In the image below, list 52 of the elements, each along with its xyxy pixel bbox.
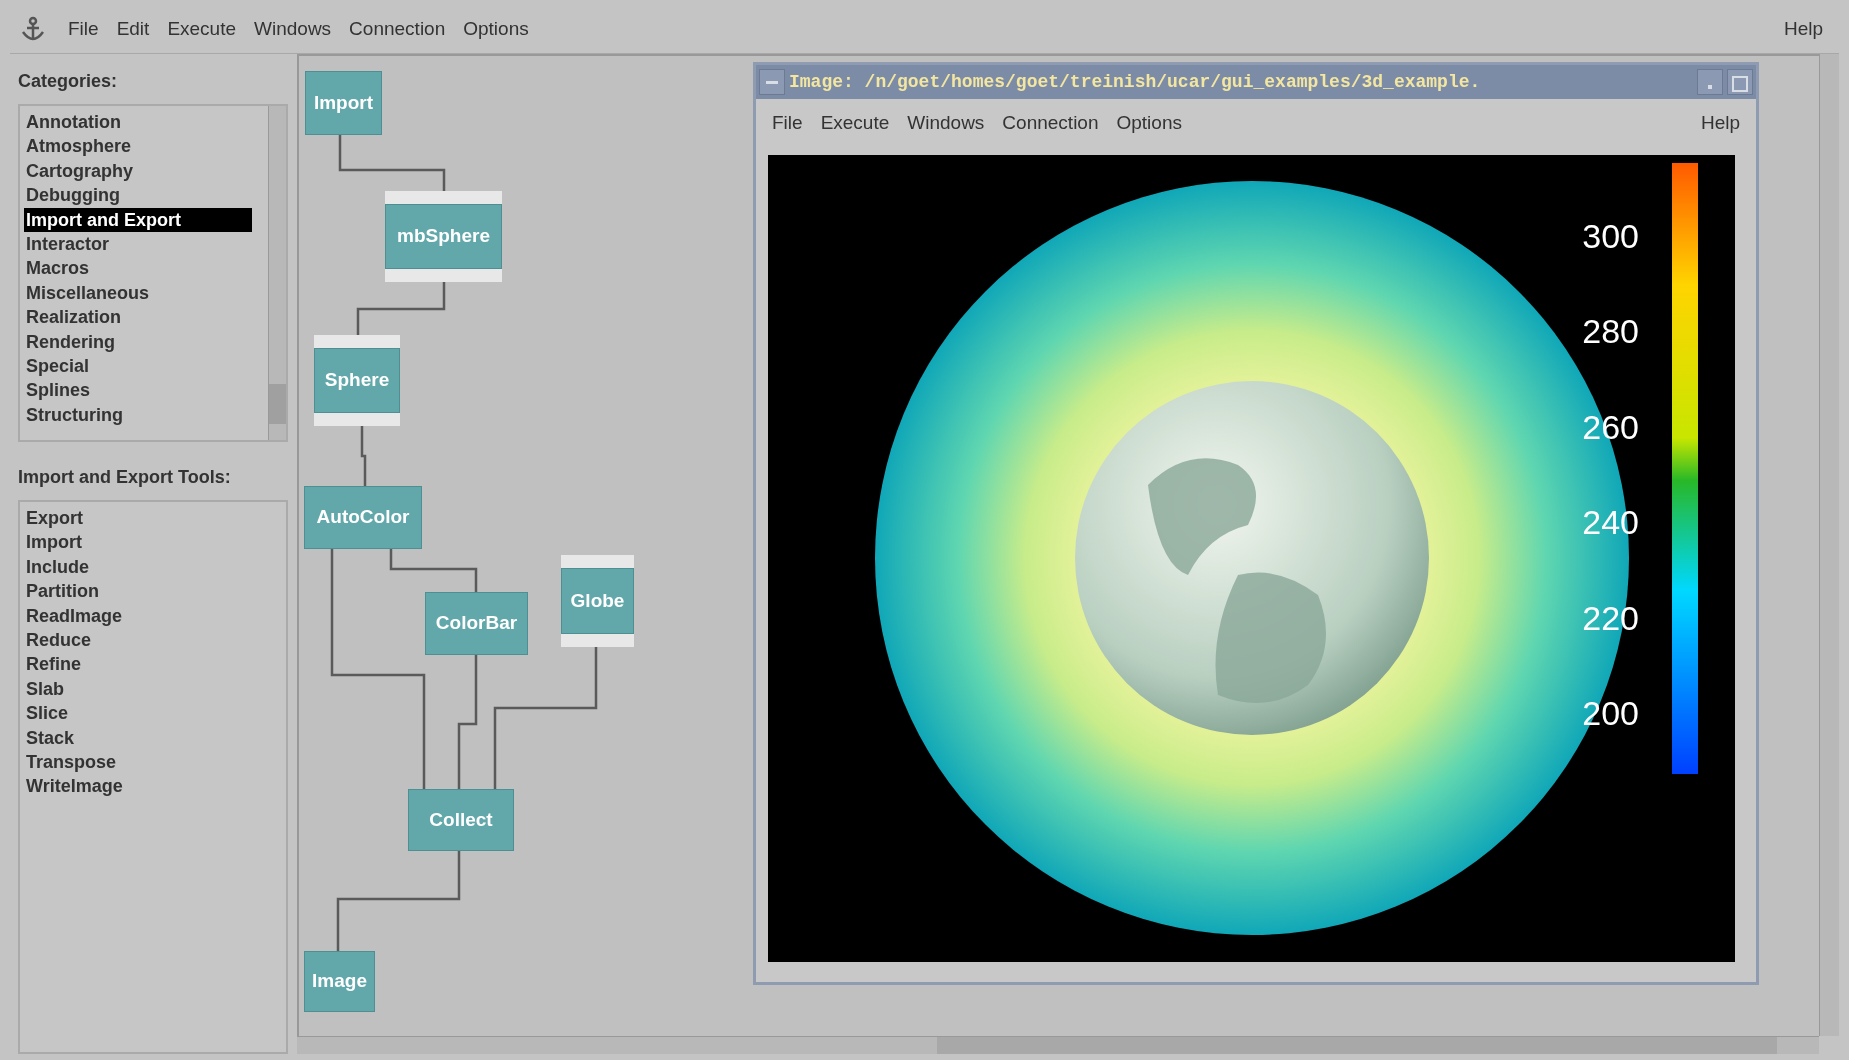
menu-item[interactable]: Options [1110,108,1188,138]
colorbar-label: 280 [1582,311,1639,351]
category-item[interactable]: Miscellaneous [24,280,252,306]
category-item[interactable]: Import and Export [24,207,252,232]
menu-item[interactable]: Options [457,15,535,44]
menu-item[interactable]: Windows [248,15,338,44]
category-item[interactable]: Macros [24,256,252,281]
menu-item[interactable]: Connection [996,108,1105,138]
scrollbar[interactable] [297,1036,1819,1054]
category-item[interactable]: Atmosphere [24,134,252,159]
menu-item[interactable]: Execute [814,108,896,138]
tool-item[interactable]: Reduce [24,627,286,653]
tool-item[interactable]: WriteImage [24,774,286,799]
tool-item[interactable]: Stack [24,725,286,750]
category-item[interactable]: Realization [24,305,252,330]
scroll-thumb[interactable] [269,384,286,424]
menu-item[interactable]: Windows [901,108,991,138]
tool-item[interactable]: Include [24,554,286,580]
help-menu[interactable]: Help [1777,15,1829,44]
category-item[interactable]: Structuring [24,402,252,428]
menu-item[interactable]: Connection [343,15,452,44]
menu-item[interactable]: File [766,108,809,138]
category-item[interactable]: Annotation [24,110,252,135]
tool-item[interactable]: Transpose [24,749,286,775]
category-item[interactable]: Debugging [24,183,252,208]
maximize-button[interactable] [1727,69,1753,95]
connection-line [360,426,367,486]
minimize-button[interactable] [1697,69,1723,95]
window-title: Image: /n/goet/homes/goet/treinish/ucar/gui_examples/3d_example. [789,70,1482,94]
category-item[interactable]: Interactor [24,231,252,257]
scrollbar[interactable] [1819,54,1839,1036]
menu-item[interactable]: Execute [161,15,243,44]
colorbar-label: 300 [1582,216,1639,256]
category-item[interactable]: Rendering [24,329,252,354]
tool-item[interactable]: Partition [24,579,286,604]
categories-label: Categories: [18,70,119,93]
category-item[interactable]: Splines [24,378,252,403]
tool-item[interactable]: Slab [24,676,286,702]
scrollbar[interactable] [268,106,286,440]
tool-item[interactable]: Slice [24,701,286,726]
window-menu-button[interactable] [759,69,785,95]
category-item[interactable]: Cartography [24,158,252,184]
scroll-thumb[interactable] [937,1037,1777,1054]
category-item[interactable]: Special [24,353,252,379]
tool-item[interactable]: Export [24,506,286,531]
tool-item[interactable]: ReadImage [24,603,286,628]
tools-label: Import and Export Tools: [18,466,232,489]
help-menu[interactable]: Help [1694,108,1746,138]
menu-item[interactable]: File [62,15,105,44]
menu-item[interactable]: Edit [110,15,156,44]
tool-item[interactable]: Refine [24,652,286,677]
tool-item[interactable]: Import [24,530,286,555]
